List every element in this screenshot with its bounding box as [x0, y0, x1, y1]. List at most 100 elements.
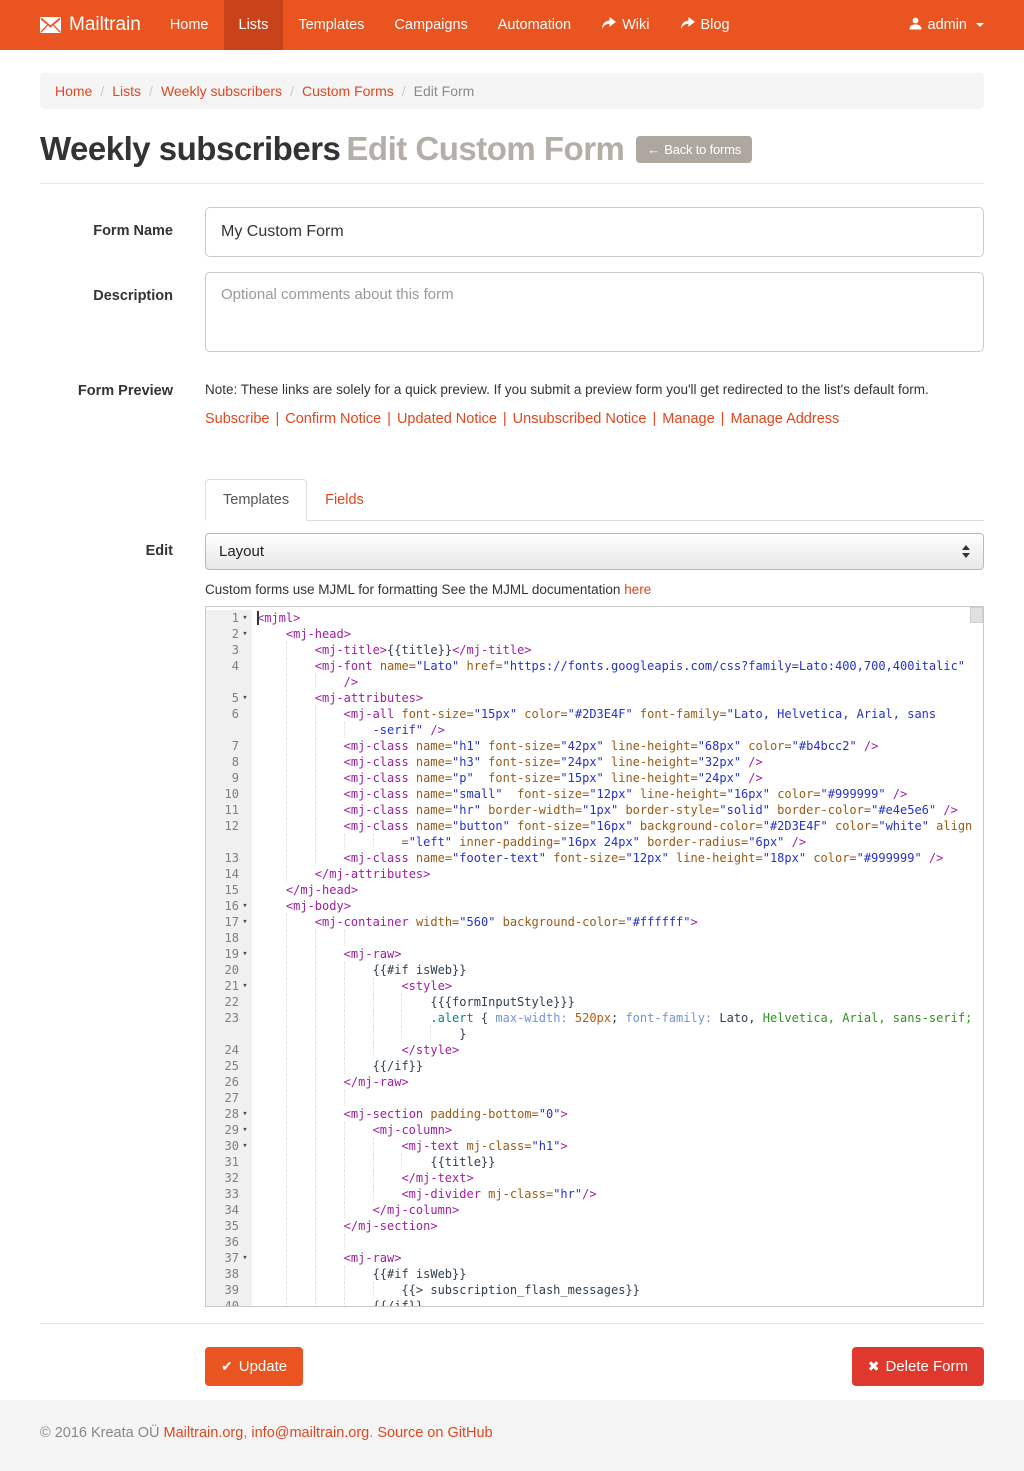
code-text[interactable] [252, 930, 983, 946]
code-text[interactable]: ="left" inner-padding="16px 24px" border… [252, 834, 983, 850]
code-text[interactable]: <mj-column> [252, 1122, 983, 1138]
fold-toggle-icon[interactable]: ▾ [239, 914, 251, 930]
code-text[interactable]: <mj-class name="p" font-size="15px" line… [252, 770, 983, 786]
nav-item-campaigns[interactable]: Campaigns [379, 0, 482, 50]
edit-select-value: Layout [219, 543, 264, 560]
code-editor[interactable]: 1▾<mjml>2▾<mj-head>3<mj-title>{{title}}<… [205, 606, 984, 1307]
code-text[interactable]: <mj-divider mj-class="hr"/> [252, 1186, 983, 1202]
code-text[interactable]: /> [252, 674, 983, 690]
code-text[interactable]: {{#if isWeb}} [252, 962, 983, 978]
code-text[interactable]: </mj-section> [252, 1218, 983, 1234]
brand-link[interactable]: Mailtrain [40, 0, 141, 50]
preview-link-subscribe[interactable]: Subscribe [205, 411, 269, 427]
back-to-forms-button[interactable]: ←Back to forms [636, 136, 752, 163]
code-text[interactable]: <mj-class name="footer-text" font-size="… [252, 850, 983, 866]
code-text[interactable]: <mj-class name="small" font-size="12px" … [252, 786, 983, 802]
editor-line: 18 [206, 930, 983, 946]
code-text[interactable]: <style> [252, 978, 983, 994]
code-text[interactable]: -serif" /> [252, 722, 983, 738]
code-text[interactable]: <mjml> [252, 610, 983, 626]
code-text[interactable]: <mj-class name="h1" font-size="42px" lin… [252, 738, 983, 754]
preview-link-confirm-notice[interactable]: Confirm Notice [285, 411, 381, 427]
footer-link-mailtrain-org[interactable]: Mailtrain.org [164, 1425, 244, 1441]
code-text[interactable]: <mj-class name="hr" border-width="1px" b… [252, 802, 983, 818]
code-text[interactable]: <mj-attributes> [252, 690, 983, 706]
code-text[interactable] [252, 1234, 983, 1250]
editor-lines: 1▾<mjml>2▾<mj-head>3<mj-title>{{title}}<… [206, 607, 983, 1307]
indent-guide [286, 786, 315, 802]
code-text[interactable]: {{/if}} [252, 1298, 983, 1307]
fold-toggle-icon[interactable]: ▾ [239, 1250, 251, 1266]
nav-item-templates[interactable]: Templates [283, 0, 379, 50]
breadcrumb-item-weekly-subscribers[interactable]: Weekly subscribers [161, 83, 282, 99]
code-text[interactable] [252, 1090, 983, 1106]
code-text[interactable]: <mj-raw> [252, 946, 983, 962]
form-name-input[interactable] [205, 207, 984, 257]
fold-toggle-icon[interactable]: ▾ [239, 1106, 251, 1122]
nav-item-wiki[interactable]: Wiki [586, 0, 664, 50]
fold-toggle-icon[interactable]: ▾ [239, 1122, 251, 1138]
code-text[interactable]: </mj-text> [252, 1170, 983, 1186]
code-text[interactable]: <mj-head> [252, 626, 983, 642]
code-text[interactable]: <mj-body> [252, 898, 983, 914]
fold-toggle-icon[interactable]: ▾ [239, 946, 251, 962]
fold-toggle-icon[interactable]: ▾ [239, 610, 251, 626]
code-text[interactable]: {{{formInputStyle}}} [252, 994, 983, 1010]
editor-line: 10<mj-class name="small" font-size="12px… [206, 786, 983, 802]
tab-templates[interactable]: Templates [205, 479, 307, 521]
fold-toggle-icon[interactable]: ▾ [239, 690, 251, 706]
fold-toggle-icon[interactable]: ▾ [239, 626, 251, 642]
nav-item-blog[interactable]: Blog [665, 0, 745, 50]
code-text[interactable]: <mj-font name="Lato" href="https://fonts… [252, 658, 983, 674]
fold-toggle-icon[interactable]: ▾ [239, 898, 251, 914]
line-number: 12 [206, 818, 252, 834]
code-text[interactable]: </mj-column> [252, 1202, 983, 1218]
fold-toggle-icon[interactable]: ▾ [239, 978, 251, 994]
code-text[interactable]: .alert { max-width: 520px; font-family: … [252, 1010, 983, 1026]
code-text[interactable]: {{> subscription_flash_messages}} [252, 1282, 983, 1298]
code-text[interactable]: <mj-class name="h3" font-size="24px" lin… [252, 754, 983, 770]
preview-link-manage-address[interactable]: Manage Address [730, 411, 839, 427]
breadcrumb-item-lists[interactable]: Lists [112, 83, 141, 99]
form-preview-label: Form Preview [40, 382, 205, 399]
code-text[interactable]: <mj-text mj-class="h1"> [252, 1138, 983, 1154]
code-text[interactable]: } [252, 1026, 983, 1042]
code-text[interactable]: <mj-class name="button" font-size="16px"… [252, 818, 983, 834]
user-menu[interactable]: admin [909, 0, 985, 50]
fold-toggle-icon[interactable]: ▾ [239, 1138, 251, 1154]
code-text[interactable]: </mj-raw> [252, 1074, 983, 1090]
code-text[interactable]: <mj-title>{{title}}</mj-title> [252, 642, 983, 658]
code-text[interactable]: <mj-raw> [252, 1250, 983, 1266]
code-text[interactable]: <mj-section padding-bottom="0"> [252, 1106, 983, 1122]
indent-guide [315, 962, 344, 978]
editor-scrollbar-thumb[interactable] [970, 607, 983, 623]
preview-link-updated-notice[interactable]: Updated Notice [397, 411, 497, 427]
nav-item-lists[interactable]: Lists [224, 0, 284, 50]
code-text[interactable]: </mj-head> [252, 882, 983, 898]
code-text[interactable]: </style> [252, 1042, 983, 1058]
code-text[interactable]: {{/if}} [252, 1058, 983, 1074]
code-text[interactable]: <mj-container width="560" background-col… [252, 914, 983, 930]
nav-item-automation[interactable]: Automation [483, 0, 586, 50]
indent-guide [286, 850, 315, 866]
tab-fields[interactable]: Fields [307, 479, 382, 521]
footer-link-source-on-github[interactable]: Source on GitHub [377, 1425, 492, 1441]
edit-select[interactable]: Layout [205, 533, 984, 570]
mjml-doc-link[interactable]: here [624, 582, 651, 597]
code-text[interactable]: {{#if isWeb}} [252, 1266, 983, 1282]
delete-form-button[interactable]: ✖Delete Form [852, 1347, 984, 1386]
code-text[interactable]: </mj-attributes> [252, 866, 983, 882]
indent-guide [286, 978, 315, 994]
breadcrumb-item-custom-forms[interactable]: Custom Forms [302, 83, 394, 99]
update-button[interactable]: ✔Update [205, 1347, 303, 1386]
indent-guide [315, 1010, 344, 1026]
nav-item-home[interactable]: Home [155, 0, 224, 50]
preview-link-manage[interactable]: Manage [662, 411, 714, 427]
indent-guide [373, 1186, 402, 1202]
code-text[interactable]: <mj-all font-size="15px" color="#2D3E4F"… [252, 706, 983, 722]
preview-link-unsubscribed-notice[interactable]: Unsubscribed Notice [513, 411, 647, 427]
footer-link-info-mailtrain-org[interactable]: info@mailtrain.org [251, 1425, 369, 1441]
breadcrumb-item-home[interactable]: Home [55, 83, 92, 99]
code-text[interactable]: {{title}} [252, 1154, 983, 1170]
description-textarea[interactable] [205, 272, 984, 352]
